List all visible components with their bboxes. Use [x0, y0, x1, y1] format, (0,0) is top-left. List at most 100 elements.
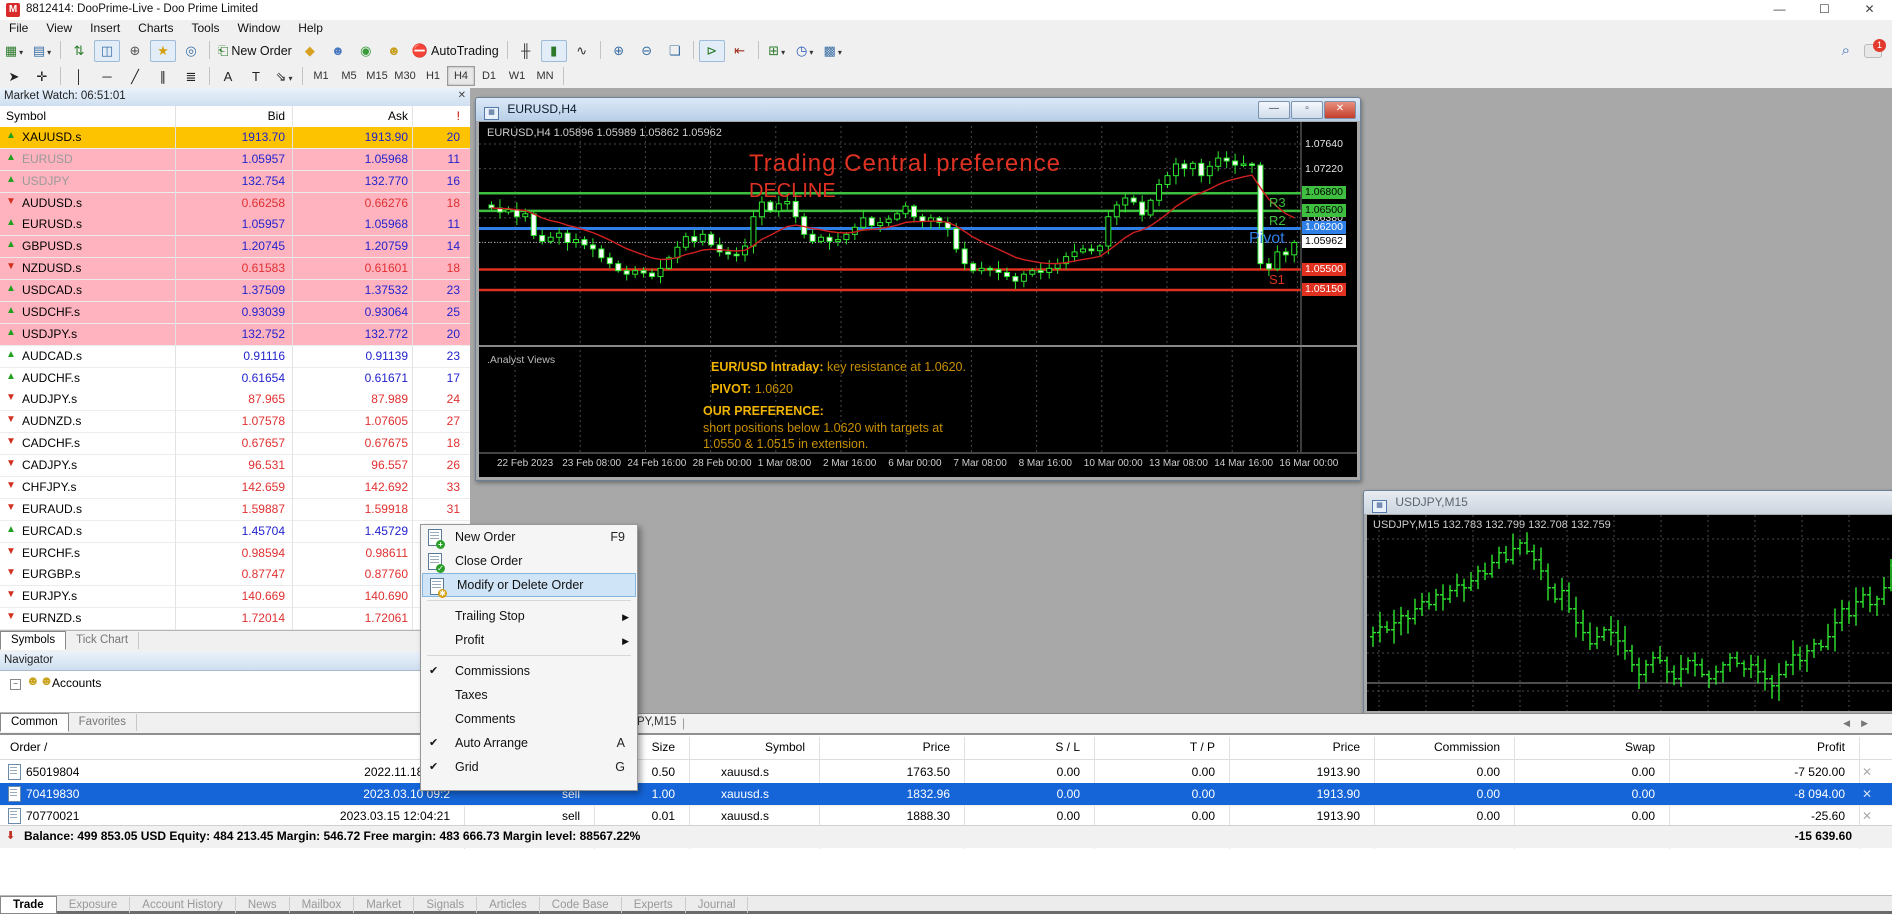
tile-windows-button[interactable]: ❏ — [662, 40, 688, 62]
tab-scroll-left-icon[interactable]: ◀ — [1843, 718, 1850, 729]
chart-restore-button[interactable]: ▫ — [1291, 101, 1323, 119]
market-watch-row-audchf[interactable]: ▲AUDCHF.s0.616540.6167117 — [0, 368, 470, 390]
auto-scroll-button[interactable]: ⊳ — [699, 40, 725, 62]
notifications-icon[interactable]: 1 — [1864, 44, 1882, 58]
chart-window-eurusd-h4[interactable]: ▦ EURUSD,H4 — ▫ ✕ Trading Central prefer… — [475, 97, 1361, 481]
menu-item-profit[interactable]: Profit▶ — [421, 628, 637, 652]
tab-symbols[interactable]: Symbols — [0, 631, 66, 650]
trendline-tool[interactable]: ╱ — [122, 66, 148, 88]
market-watch-row-audcad[interactable]: ▲AUDCAD.s0.911160.9113923 — [0, 346, 470, 368]
cursor-tool[interactable]: ➤ — [1, 66, 27, 88]
dropdown-arrow-icon[interactable]: ▾ — [781, 48, 785, 57]
column-header-profit[interactable]: Profit — [1725, 740, 1845, 754]
market-watch-close-icon[interactable]: ✕ — [458, 90, 466, 101]
vertical-line-tool[interactable]: │ — [66, 66, 92, 88]
tree-expand-icon[interactable]: − — [10, 677, 21, 691]
market-watch-row-eurnzd[interactable]: ▼EURNZD.s1.720141.72061 — [0, 608, 470, 630]
market-watch-row-eurgbp[interactable]: ▼EURGBP.s0.877470.87760 — [0, 564, 470, 586]
menu-item-close-order[interactable]: ✓Close Order — [421, 549, 637, 573]
menu-item-grid[interactable]: ✔GridG — [421, 755, 637, 779]
close-position-icon[interactable]: ✕ — [1862, 765, 1872, 779]
dropdown-arrow-icon[interactable]: ▾ — [288, 74, 292, 83]
market-watch-row-chfjpy[interactable]: ▼CHFJPY.s142.659142.69233 — [0, 477, 470, 499]
menu-item-auto-arrange[interactable]: ✔Auto ArrangeA — [421, 731, 637, 755]
market-watch-row-nzdusd[interactable]: ▼NZDUSD.s0.615830.6160118 — [0, 258, 470, 280]
new-order-button[interactable]: ⎗New Order — [215, 40, 295, 62]
terminal-tab-experts[interactable]: Experts — [622, 897, 686, 913]
templates-button[interactable]: ▩▾ — [820, 40, 846, 62]
timeframe-m30[interactable]: M30 — [391, 66, 419, 86]
strategy-tester-button[interactable]: ◎ — [178, 40, 204, 62]
signals-button[interactable]: ◉ — [353, 40, 379, 62]
terminal-toggle[interactable]: ★ — [150, 40, 176, 62]
terminal-tab-mailbox[interactable]: Mailbox — [290, 897, 355, 913]
terminal-tab-account-history[interactable]: Account History — [130, 897, 236, 913]
menu-item-modify-or-delete-order[interactable]: ✱Modify or Delete Order — [422, 573, 636, 597]
close-position-icon[interactable]: ✕ — [1862, 809, 1872, 823]
chart-window-titlebar[interactable]: ▦ EURUSD,H4 — ▫ ✕ — [476, 98, 1360, 121]
search-icon[interactable]: ⌕ — [1842, 42, 1850, 59]
terminal-tab-signals[interactable]: Signals — [414, 897, 477, 913]
menu-item-comments[interactable]: Comments — [421, 707, 637, 731]
column-header-order[interactable]: Order / — [10, 740, 47, 754]
menu-item-commissions[interactable]: ✔Commissions — [421, 659, 637, 683]
horizontal-line-tool[interactable]: ─ — [94, 66, 120, 88]
zoom-in-button[interactable]: ⊕ — [606, 40, 632, 62]
menu-charts[interactable]: Charts — [129, 20, 182, 36]
timeframe-m15[interactable]: M15 — [363, 66, 391, 86]
window-maximize-button[interactable]: ☐ — [1802, 0, 1847, 20]
text-tool[interactable]: A — [215, 66, 241, 88]
timeframe-m5[interactable]: M5 — [335, 66, 363, 86]
eurusd-chart-canvas[interactable]: Trading Central preferenceDECLINEEURUSD,… — [479, 122, 1357, 477]
timeframe-mn[interactable]: MN — [531, 66, 559, 86]
tab-tick-chart[interactable]: Tick Chart — [66, 632, 139, 649]
navigator-toggle[interactable]: ⊕ — [122, 40, 148, 62]
window-tab-usdjpy[interactable]: PY,M15 — [637, 716, 676, 728]
menu-window[interactable]: Window — [229, 20, 290, 36]
bar-chart-button[interactable]: ╫ — [513, 40, 539, 62]
data-window-toggle[interactable]: ◫ — [94, 40, 120, 62]
menu-item-trailing-stop[interactable]: Trailing Stop▶ — [421, 604, 637, 628]
market-watch-row-cadchf[interactable]: ▼CADCHF.s0.676570.6767518 — [0, 433, 470, 455]
column-header-swap[interactable]: Swap — [1535, 740, 1655, 754]
indicators-button[interactable]: ⊞▾ — [764, 40, 790, 62]
market-watch-row-usdjpy[interactable]: ▲USDJPY.s132.752132.77220 — [0, 324, 470, 346]
periods-button[interactable]: ◷▾ — [792, 40, 818, 62]
menu-view[interactable]: View — [37, 20, 81, 36]
terminal-tab-market[interactable]: Market — [354, 897, 414, 913]
tab-favorites[interactable]: Favorites — [69, 714, 137, 731]
market-watch-row-usdcad[interactable]: ▲USDCAD.s1.375091.3753223 — [0, 280, 470, 302]
community-button[interactable]: ☻ — [325, 40, 351, 62]
text-label-tool[interactable]: T — [243, 66, 269, 88]
timeframe-m1[interactable]: M1 — [307, 66, 335, 86]
order-row-70419830[interactable]: 704198302023.03.10 09:2sell1.00xauusd.s1… — [0, 783, 1892, 806]
market-watch-row-usdchf[interactable]: ▲USDCHF.s0.930390.9306425 — [0, 302, 470, 324]
menu-item-taxes[interactable]: Taxes — [421, 683, 637, 707]
timeframe-w1[interactable]: W1 — [503, 66, 531, 86]
terminal-tab-news[interactable]: News — [236, 897, 290, 913]
market-watch-row-gbpusd[interactable]: ▲GBPUSD.s1.207451.2075914 — [0, 236, 470, 258]
fibonacci-tool[interactable]: ≣ — [178, 66, 204, 88]
column-header-symbol[interactable]: Symbol — [685, 740, 805, 754]
options-button[interactable]: ☻ — [381, 40, 407, 62]
window-close-button[interactable]: ✕ — [1847, 0, 1892, 20]
tab-scroll-right-icon[interactable]: ▶ — [1861, 718, 1868, 729]
channel-tool[interactable]: ∥ — [150, 66, 176, 88]
market-watch-row-audusd[interactable]: ▼AUDUSD.s0.662580.6627618 — [0, 193, 470, 215]
terminal-tab-articles[interactable]: Articles — [477, 897, 540, 913]
column-header-price[interactable]: Price — [830, 740, 950, 754]
candlestick-button[interactable]: ▮ — [541, 40, 567, 62]
window-minimize-button[interactable]: — — [1757, 0, 1802, 20]
zoom-out-button[interactable]: ⊖ — [634, 40, 660, 62]
market-watch-row-audnzd[interactable]: ▼AUDNZD.s1.075781.0760527 — [0, 411, 470, 433]
autotrading-button[interactable]: ⛔AutoTrading — [409, 40, 502, 62]
dropdown-arrow-icon[interactable]: ▾ — [47, 48, 51, 57]
timeframe-h4[interactable]: H4 — [447, 66, 475, 86]
market-watch-row-cadjpy[interactable]: ▼CADJPY.s96.53196.55726 — [0, 455, 470, 477]
market-watch-row-eurchf[interactable]: ▼EURCHF.s0.985940.98611 — [0, 543, 470, 565]
tab-common[interactable]: Common — [0, 713, 69, 732]
usdjpy-chart-canvas[interactable]: USDJPY,M15 132.783 132.799 132.708 132.7… — [1367, 515, 1892, 711]
menu-tools[interactable]: Tools — [183, 20, 229, 36]
terminal-tab-trade[interactable]: Trade — [0, 896, 57, 914]
navigator-caption[interactable]: Navigator — [0, 652, 470, 671]
